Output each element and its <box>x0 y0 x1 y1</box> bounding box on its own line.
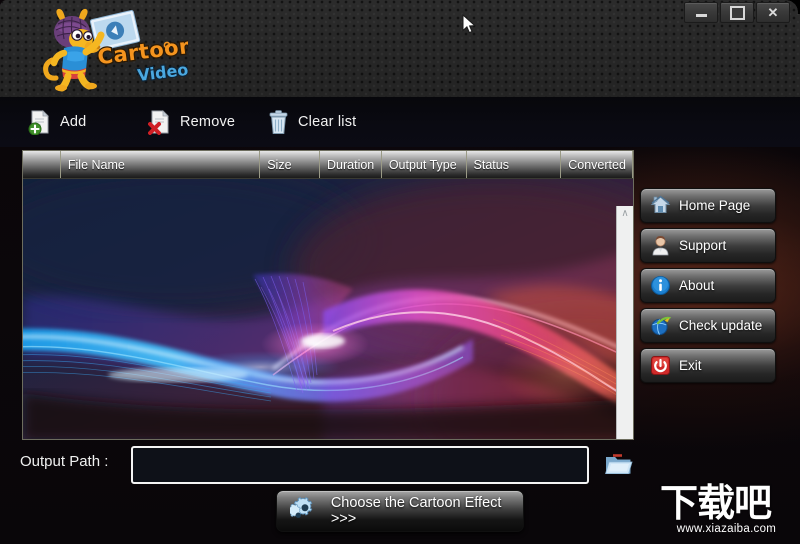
exit-button[interactable]: Exit <box>640 348 776 383</box>
file-list-body[interactable]: ∧ ∨ <box>23 179 633 439</box>
minimize-icon <box>695 13 707 17</box>
window-controls: ✕ <box>684 2 790 23</box>
home-page-button[interactable]: Home Page <box>640 188 776 223</box>
info-icon <box>651 276 670 295</box>
title-bar: ✕ Cartoonize Video <box>0 0 800 98</box>
remove-button-label: Remove <box>180 114 236 130</box>
exit-button-label: Exit <box>679 358 702 373</box>
browse-folder-button[interactable] <box>604 452 634 478</box>
minimize-button[interactable] <box>684 2 718 23</box>
abstract-wave-artwork <box>23 179 633 439</box>
check-update-button[interactable]: Check update <box>640 308 776 343</box>
close-icon: ✕ <box>767 5 779 20</box>
column-header-status[interactable]: Status <box>467 151 562 178</box>
support-person-icon <box>652 236 669 256</box>
armadillo-mascot-icon: Cartoonize Video <box>43 8 188 92</box>
output-path-row: Output Path : <box>0 443 800 487</box>
about-button-label: About <box>679 278 715 293</box>
application-window: ✕ Cartoonize Video Add Remove Clear list… <box>0 0 800 544</box>
file-list-header: File Name Size Duration Output Type Stat… <box>23 151 633 179</box>
output-path-input[interactable] <box>131 446 589 484</box>
clear-list-button-label: Clear list <box>298 114 357 130</box>
check-update-button-label: Check update <box>679 318 763 333</box>
home-page-button-label: Home Page <box>679 198 751 213</box>
add-button[interactable]: Add <box>28 106 86 138</box>
close-button[interactable]: ✕ <box>756 2 790 23</box>
add-button-label: Add <box>60 114 87 130</box>
clear-list-button[interactable]: Clear list <box>268 106 356 138</box>
column-header-duration[interactable]: Duration <box>320 151 382 178</box>
home-icon <box>650 195 671 213</box>
update-globe-icon <box>651 316 671 336</box>
support-button-label: Support <box>679 238 727 253</box>
column-header-converted[interactable]: Converted <box>561 151 633 178</box>
toolbar: Add Remove Clear list <box>0 97 800 147</box>
remove-button[interactable]: Remove <box>148 106 235 138</box>
column-header-size[interactable]: Size <box>260 151 321 178</box>
about-button[interactable]: About <box>640 268 776 303</box>
file-list-panel: File Name Size Duration Output Type Stat… <box>22 150 634 440</box>
choose-cartoon-effect-label: Choose the Cartoon Effect >>> <box>330 495 502 527</box>
support-button[interactable]: Support <box>640 228 776 263</box>
folder-open-icon <box>605 454 633 474</box>
file-list-scrollbar[interactable]: ∧ ∨ <box>616 206 633 439</box>
choose-cartoon-effect-button[interactable]: Choose the Cartoon Effect >>> <box>276 490 524 532</box>
scroll-up-icon[interactable]: ∧ <box>621 209 628 219</box>
trash-bin-icon <box>269 109 288 134</box>
side-button-panel: Home Page Support About Check update Exi… <box>640 188 776 388</box>
column-header-output-type[interactable]: Output Type <box>382 151 467 178</box>
file-remove-icon <box>148 109 169 135</box>
maximize-icon <box>729 5 745 20</box>
file-add-icon <box>28 109 49 135</box>
gears-icon <box>290 496 313 518</box>
power-icon <box>651 356 670 375</box>
column-header-select[interactable] <box>23 151 61 178</box>
output-path-label: Output Path : <box>20 453 109 470</box>
app-logo[interactable]: Cartoonize Video <box>38 8 188 92</box>
column-header-file-name[interactable]: File Name <box>61 151 261 178</box>
maximize-button[interactable] <box>720 2 754 23</box>
